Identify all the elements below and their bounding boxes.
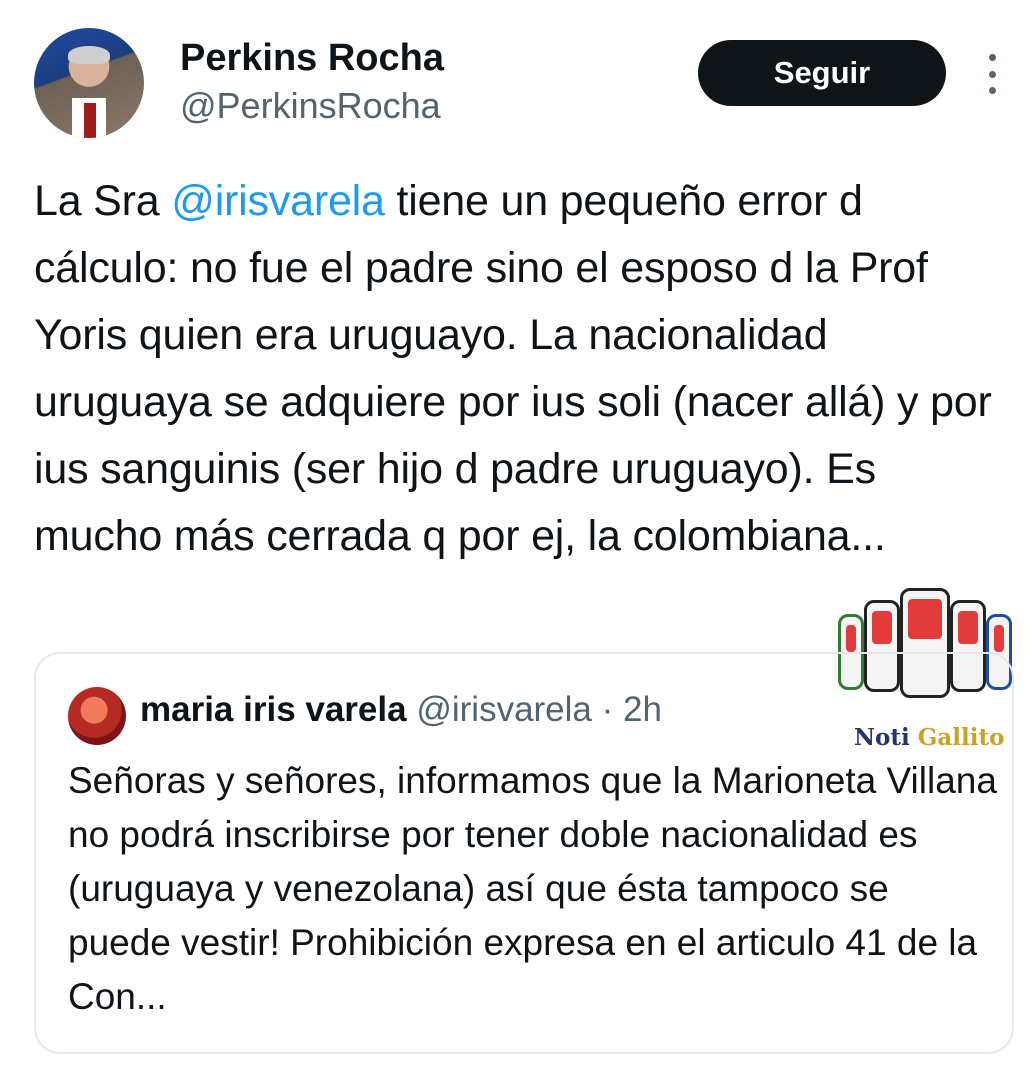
author-name[interactable]: Perkins Rocha xyxy=(180,36,444,80)
tweet-text-body: tiene un pequeño error d cálculo: no fue… xyxy=(34,177,992,560)
quoted-author-avatar[interactable] xyxy=(68,687,126,745)
quoted-tweet-time[interactable]: 2h xyxy=(623,690,662,729)
dot-icon xyxy=(988,87,996,94)
author-avatar[interactable] xyxy=(34,28,144,138)
avatar-tie xyxy=(84,103,96,138)
author-handle[interactable]: @PerkinsRocha xyxy=(180,84,441,128)
header-separator: · xyxy=(591,690,624,729)
tweet-text: La Sra @irisvarela tiene un pequeño erro… xyxy=(34,168,1009,570)
mention-link[interactable]: @irisvarela xyxy=(171,177,385,225)
quoted-tweet-card[interactable]: maria iris varela @irisvarela · 2h Señor… xyxy=(34,652,1014,1054)
quoted-author-handle[interactable]: @irisvarela xyxy=(416,690,592,729)
dot-icon xyxy=(988,54,996,61)
avatar-hair xyxy=(68,46,110,64)
follow-button[interactable]: Seguir xyxy=(698,40,946,106)
more-vertical-icon[interactable] xyxy=(982,54,1002,94)
previous-tweet-cutoff xyxy=(230,0,690,8)
quoted-author-name[interactable]: maria iris varela xyxy=(140,690,407,729)
dot-icon xyxy=(988,70,996,78)
quoted-tweet-text: Señoras y señores, informamos que la Mar… xyxy=(68,760,997,1017)
tweet-text-prefix: La Sra xyxy=(34,177,172,225)
quoted-tweet-header: maria iris varela @irisvarela · 2h xyxy=(140,682,662,738)
